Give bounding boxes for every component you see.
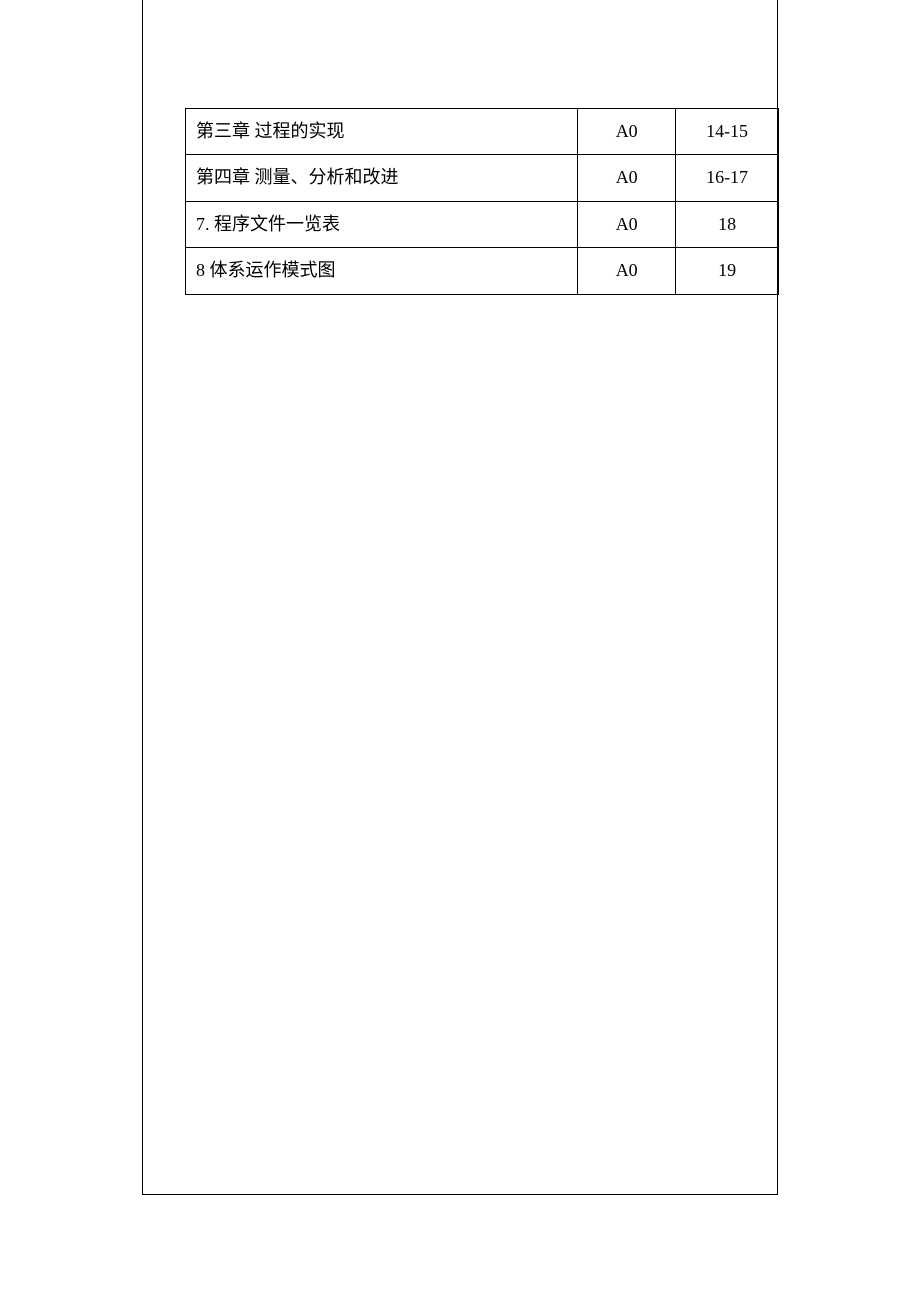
toc-page-cell: 19 [676, 248, 779, 294]
toc-code-cell: A0 [578, 201, 676, 247]
table-row: 第三章 过程的实现 A0 14-15 [186, 109, 779, 155]
table-row: 7. 程序文件一览表 A0 18 [186, 201, 779, 247]
table-row: 第四章 测量、分析和改进 A0 16-17 [186, 155, 779, 201]
toc-code-cell: A0 [578, 155, 676, 201]
toc-title-cell: 8 体系运作模式图 [186, 248, 578, 294]
toc-page-cell: 16-17 [676, 155, 779, 201]
toc-page-cell: 14-15 [676, 109, 779, 155]
toc-page-cell: 18 [676, 201, 779, 247]
toc-title-cell: 第三章 过程的实现 [186, 109, 578, 155]
toc-title-cell: 第四章 测量、分析和改进 [186, 155, 578, 201]
toc-table: 第三章 过程的实现 A0 14-15 第四章 测量、分析和改进 A0 16-17… [185, 108, 779, 295]
table-row: 8 体系运作模式图 A0 19 [186, 248, 779, 294]
toc-title-cell: 7. 程序文件一览表 [186, 201, 578, 247]
toc-code-cell: A0 [578, 109, 676, 155]
toc-code-cell: A0 [578, 248, 676, 294]
